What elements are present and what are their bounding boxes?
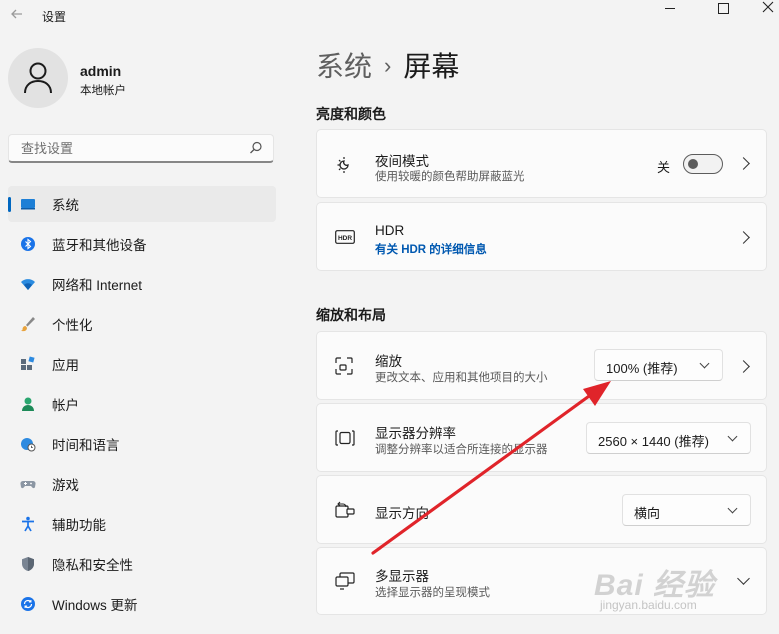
close-icon bbox=[762, 1, 774, 13]
sidebar-item-label: 时间和语言 bbox=[52, 438, 120, 453]
scale-card[interactable]: 缩放 更改文本、应用和其他项目的大小 100% (推荐) bbox=[316, 331, 767, 400]
sidebar-item-time-language[interactable]: 时间和语言 bbox=[8, 426, 276, 462]
account-type: 本地帐户 bbox=[80, 85, 126, 97]
chevron-down-icon bbox=[727, 431, 738, 442]
resolution-dropdown[interactable]: 2560 × 1440 (推荐) bbox=[586, 422, 751, 454]
orientation-icon bbox=[335, 501, 355, 518]
shield-icon bbox=[22, 557, 34, 571]
window-title: 设置 bbox=[42, 10, 67, 24]
scale-dropdown[interactable]: 100% (推荐) bbox=[594, 349, 723, 381]
hdr-learn-more-link[interactable]: 有关 HDR 的详细信息 bbox=[375, 241, 487, 257]
sidebar-nav: 系统 蓝牙和其他设备 网络和 Internet 个性化 应用 帐户 时间和语言 … bbox=[8, 186, 276, 626]
chevron-right-icon[interactable] bbox=[737, 157, 750, 170]
update-icon bbox=[21, 597, 35, 611]
maximize-icon bbox=[717, 2, 729, 14]
night-light-card[interactable]: 夜间模式 使用较暖的颜色帮助屏蔽蓝光 关 bbox=[316, 129, 767, 198]
sidebar-item-label: 蓝牙和其他设备 bbox=[52, 238, 147, 253]
brush-icon bbox=[21, 317, 35, 332]
sidebar-item-label: Windows 更新 bbox=[52, 598, 138, 613]
night-light-subtitle: 使用较暖的颜色帮助屏蔽蓝光 bbox=[375, 171, 525, 183]
wifi-icon bbox=[21, 279, 35, 290]
hdr-title: HDR bbox=[375, 223, 405, 238]
sidebar-item-label: 网络和 Internet bbox=[52, 278, 143, 293]
breadcrumb-separator: › bbox=[384, 53, 392, 78]
sidebar-item-privacy-security[interactable]: 隐私和安全性 bbox=[8, 546, 276, 582]
system-icon bbox=[21, 199, 35, 210]
account-icon bbox=[22, 397, 34, 411]
multiple-displays-subtitle: 选择显示器的呈现模式 bbox=[375, 587, 490, 599]
night-light-icon bbox=[337, 157, 349, 173]
chevron-down-icon bbox=[699, 358, 710, 369]
sidebar-item-accounts[interactable]: 帐户 bbox=[8, 386, 276, 422]
sidebar-item-label: 个性化 bbox=[52, 318, 93, 333]
watermark: Bai 经验 jingyan.baidu.com bbox=[594, 560, 764, 620]
user-icon bbox=[24, 62, 52, 94]
scale-title: 缩放 bbox=[375, 354, 402, 369]
sidebar-item-accessibility[interactable]: 辅助功能 bbox=[8, 506, 276, 542]
toggle-knob bbox=[688, 159, 698, 169]
maximize-button[interactable] bbox=[703, 0, 743, 16]
resolution-title: 显示器分辨率 bbox=[375, 426, 456, 441]
resolution-value: 2560 × 1440 (推荐) bbox=[598, 434, 709, 449]
sidebar-item-label: 游戏 bbox=[52, 478, 79, 493]
sidebar-item-network[interactable]: 网络和 Internet bbox=[8, 266, 276, 302]
title-bar: 设置 bbox=[0, 0, 779, 32]
sidebar-item-gaming[interactable]: 游戏 bbox=[8, 466, 276, 502]
apps-icon bbox=[21, 356, 35, 370]
minimize-icon bbox=[665, 7, 675, 9]
toggle-state-label: 关 bbox=[657, 160, 671, 175]
back-arrow-icon[interactable] bbox=[10, 7, 26, 23]
night-light-toggle[interactable] bbox=[683, 154, 723, 174]
resolution-subtitle: 调整分辨率以适合所连接的显示器 bbox=[375, 444, 548, 456]
svg-text:HDR: HDR bbox=[338, 235, 352, 242]
user-name: admin bbox=[80, 63, 122, 79]
multiple-displays-title: 多显示器 bbox=[375, 569, 429, 584]
section-scale-layout: 缩放和布局 bbox=[316, 307, 386, 323]
sidebar-item-label: 应用 bbox=[52, 358, 79, 373]
multiple-displays-icon bbox=[335, 572, 355, 590]
sidebar-item-system[interactable]: 系统 bbox=[8, 186, 276, 222]
search-icon[interactable] bbox=[249, 141, 263, 155]
hdr-icon: HDR bbox=[335, 230, 355, 244]
sidebar-item-personalization[interactable]: 个性化 bbox=[8, 306, 276, 342]
breadcrumb: 系统 › 屏幕 bbox=[316, 48, 459, 88]
sidebar-item-apps[interactable]: 应用 bbox=[8, 346, 276, 382]
scale-icon bbox=[335, 357, 353, 375]
avatar[interactable] bbox=[8, 48, 68, 108]
section-brightness-color: 亮度和颜色 bbox=[316, 106, 386, 122]
sidebar-item-label: 隐私和安全性 bbox=[52, 558, 133, 573]
watermark-url: jingyan.baidu.com bbox=[600, 598, 697, 612]
bluetooth-icon bbox=[21, 237, 35, 251]
sidebar-item-windows-update[interactable]: Windows 更新 bbox=[8, 586, 276, 622]
scale-value: 100% (推荐) bbox=[606, 361, 678, 376]
chevron-right-icon[interactable] bbox=[737, 360, 750, 373]
orientation-value: 横向 bbox=[634, 506, 661, 521]
resolution-icon bbox=[335, 430, 355, 446]
breadcrumb-parent[interactable]: 系统 bbox=[316, 51, 372, 82]
chevron-down-icon bbox=[727, 503, 738, 514]
search-box[interactable] bbox=[8, 134, 274, 163]
orientation-dropdown[interactable]: 横向 bbox=[622, 494, 751, 526]
sidebar-item-bluetooth[interactable]: 蓝牙和其他设备 bbox=[8, 226, 276, 262]
minimize-button[interactable] bbox=[650, 0, 690, 16]
chevron-right-icon[interactable] bbox=[737, 231, 750, 244]
orientation-title: 显示方向 bbox=[375, 506, 429, 521]
accessibility-icon bbox=[22, 516, 34, 532]
page-title: 屏幕 bbox=[403, 51, 460, 82]
gamepad-icon bbox=[20, 480, 36, 489]
night-light-title: 夜间模式 bbox=[375, 154, 429, 169]
globe-clock-icon bbox=[21, 438, 36, 452]
hdr-card[interactable]: HDR HDR 有关 HDR 的详细信息 bbox=[316, 202, 767, 271]
sidebar-item-label: 系统 bbox=[52, 198, 79, 213]
resolution-card: 显示器分辨率 调整分辨率以适合所连接的显示器 2560 × 1440 (推荐) bbox=[316, 403, 767, 472]
scale-subtitle: 更改文本、应用和其他项目的大小 bbox=[375, 372, 548, 384]
search-input[interactable] bbox=[19, 140, 243, 157]
sidebar-item-label: 辅助功能 bbox=[52, 518, 106, 533]
orientation-card: 显示方向 横向 bbox=[316, 475, 767, 544]
sidebar-item-label: 帐户 bbox=[52, 398, 79, 413]
close-button[interactable] bbox=[748, 0, 779, 15]
